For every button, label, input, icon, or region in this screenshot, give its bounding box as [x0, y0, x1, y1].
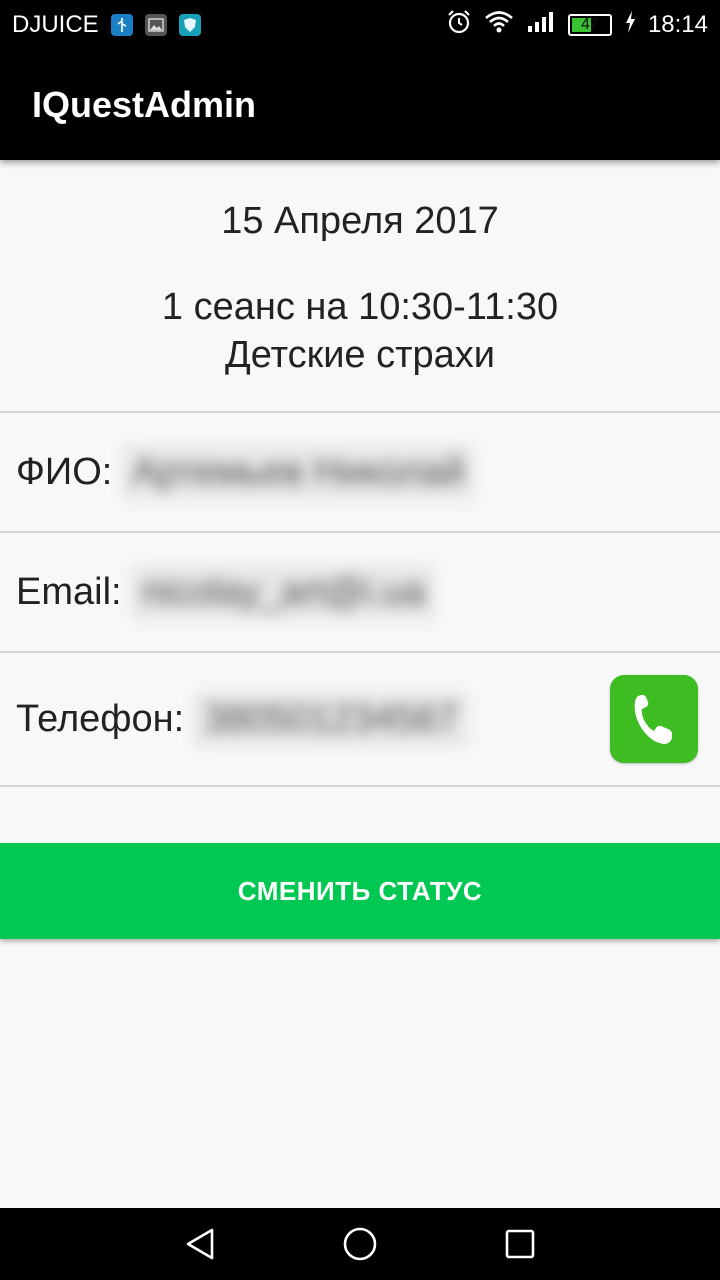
signal-icon	[526, 10, 556, 41]
battery-level: 47	[581, 16, 599, 33]
home-button[interactable]	[340, 1224, 380, 1264]
app-title: IQuestAdmin	[32, 84, 257, 125]
charging-icon	[624, 10, 636, 41]
email-row: Email: nicolay_art@i.ua	[0, 533, 720, 651]
wifi-icon	[484, 10, 514, 41]
phone-value: 380501234567	[194, 692, 468, 747]
name-label: ФИО:	[16, 450, 113, 493]
clock-time: 18:14	[647, 11, 708, 38]
recents-icon	[505, 1229, 535, 1259]
status-bar-right: 47 18:14	[446, 9, 708, 42]
alarm-icon	[446, 9, 472, 42]
email-label: Email:	[16, 570, 122, 613]
back-icon	[186, 1228, 214, 1260]
app-bar: IQuestAdmin	[0, 50, 720, 160]
carrier-name: DJUICE	[12, 11, 99, 38]
nav-bar	[0, 1208, 720, 1280]
phone-label: Телефон:	[16, 698, 185, 740]
call-button[interactable]	[610, 675, 698, 763]
back-button[interactable]	[180, 1224, 220, 1264]
battery-icon: 47	[567, 14, 612, 36]
usb-icon	[110, 14, 133, 36]
quest-name: Детские страхи	[224, 334, 496, 376]
name-value: Артемьев Николай	[122, 444, 475, 500]
booking-date: 15 Апреля 2017	[221, 200, 499, 242]
divider	[0, 785, 720, 787]
status-bar-left: DJUICE	[12, 11, 201, 39]
email-value: nicolay_art@i.ua	[131, 564, 436, 620]
image-icon	[144, 14, 167, 36]
booking-session: 1 сеанс на 10:30-11:30	[161, 286, 559, 328]
change-status-button[interactable]: СМЕНИТЬ СТАТУС	[0, 843, 720, 939]
recents-button[interactable]	[500, 1224, 540, 1264]
home-icon	[343, 1227, 377, 1261]
shield-icon	[178, 14, 201, 36]
status-bar: DJUICE 47 18:14	[0, 0, 720, 50]
name-row: ФИО: Артемьев Николай	[0, 413, 720, 531]
phone-icon	[634, 695, 672, 744]
booking-header: 15 Апреля 2017 1 сеанс на 10:30-11:30 Де…	[0, 160, 720, 412]
